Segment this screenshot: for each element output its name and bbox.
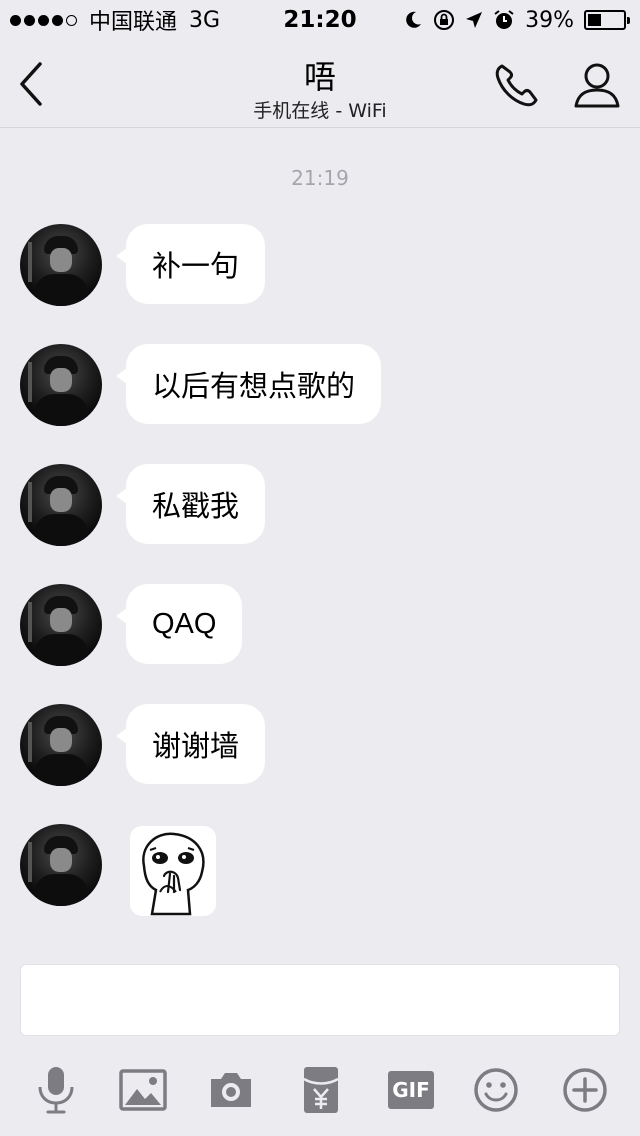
battery-percent: 39%	[525, 7, 574, 33]
red-packet-icon	[303, 1067, 339, 1113]
message-bubble[interactable]: 私戳我	[115, 464, 266, 544]
rotation-lock-icon	[434, 10, 455, 30]
signal-strength-icon	[10, 14, 77, 26]
album-button[interactable]	[117, 1064, 169, 1116]
battery-icon	[584, 10, 630, 30]
carrier-label: 中国联通	[89, 10, 178, 35]
call-button[interactable]	[492, 60, 544, 110]
plus-icon	[563, 1068, 607, 1112]
message-bubble[interactable]: QAQ	[115, 584, 243, 664]
sticker-face-icon	[142, 832, 205, 916]
camera-button[interactable]	[205, 1064, 257, 1116]
sticker-message[interactable]	[130, 826, 216, 916]
message-timestamp: 21:19	[291, 166, 349, 190]
contact-status: 手机在线 - WiFi	[253, 100, 387, 122]
voice-button[interactable]	[30, 1064, 82, 1116]
input-toolbar: GIF	[0, 1054, 640, 1124]
message-bubble[interactable]: 补一句	[115, 224, 266, 304]
avatar[interactable]	[20, 704, 102, 786]
camera-icon	[211, 1073, 251, 1107]
avatar[interactable]	[20, 824, 102, 906]
moon-icon	[406, 11, 422, 28]
gif-button[interactable]: GIF	[385, 1064, 437, 1116]
emoji-button[interactable]	[470, 1064, 522, 1116]
network-label: 3G	[189, 7, 221, 33]
gif-icon: GIF	[388, 1071, 434, 1109]
emoji-icon	[474, 1068, 518, 1112]
avatar[interactable]	[20, 464, 102, 546]
more-button[interactable]	[559, 1064, 611, 1116]
profile-button[interactable]	[570, 60, 624, 110]
contact-name: 唔	[303, 58, 336, 96]
avatar[interactable]	[20, 344, 102, 426]
avatar[interactable]	[20, 224, 102, 306]
message-bubble[interactable]: 谢谢墙	[115, 704, 266, 784]
person-icon	[574, 63, 620, 108]
avatar[interactable]	[20, 584, 102, 666]
nav-bar: 唔 手机在线 - WiFi	[0, 40, 640, 128]
location-icon	[466, 12, 483, 28]
chat-screen: 中国联通 3G 21:20 39% 唔 手机在线 - WiFi 21:19 补一…	[0, 0, 640, 1136]
microphone-icon	[38, 1067, 74, 1114]
red-packet-button[interactable]	[295, 1064, 347, 1116]
alarm-icon	[494, 10, 514, 29]
message-input[interactable]	[20, 964, 620, 1036]
status-bar: 中国联通 3G 21:20 39%	[0, 0, 640, 40]
image-icon	[119, 1069, 167, 1111]
message-bubble[interactable]: 以后有想点歌的	[115, 344, 382, 424]
phone-icon	[495, 64, 538, 107]
